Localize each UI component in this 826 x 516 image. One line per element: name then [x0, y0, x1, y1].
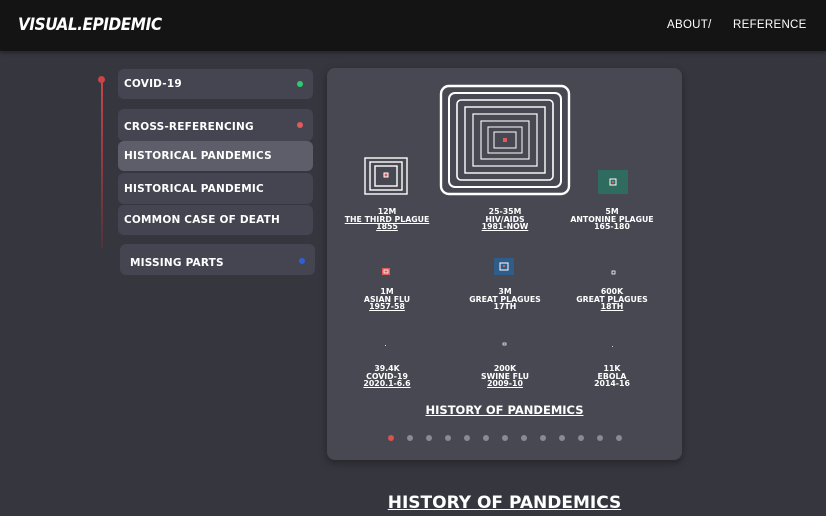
cell-ebola[interactable]: 11K EBOLA 2014-16 — [552, 365, 672, 388]
cell-years: 1981-NOW — [481, 222, 529, 231]
cell-third-plague[interactable]: 12M THE THIRD PLAGUE 1855 — [327, 208, 447, 231]
section-title: HISTORY OF PANDEMICS — [387, 493, 622, 513]
third-plague-square — [364, 157, 408, 195]
pagination-dot[interactable] — [521, 435, 527, 441]
cell-years: 2009-10 — [487, 379, 523, 388]
pagination-dot[interactable] — [597, 435, 603, 441]
sidebar-item-label: COMMON CASE OF DEATH — [124, 214, 281, 226]
hiv-aids-square — [439, 84, 571, 196]
cell-years: 1957-58 — [369, 302, 405, 311]
cell-great-plagues-18th[interactable]: 600K GREAT PLAGUES 18TH — [552, 288, 672, 311]
cell-years: 18TH — [600, 302, 624, 311]
cell-asian-flu[interactable]: 1M ASIAN FLU 1957-58 — [327, 288, 447, 311]
card-title[interactable]: HISTORY OF PANDEMICS — [327, 403, 682, 417]
nav-about-link[interactable]: ABOUT/ — [667, 19, 712, 31]
pagination-dot[interactable] — [578, 435, 584, 441]
nav-reference-link[interactable]: REFERENCE — [733, 19, 807, 31]
pagination-dot[interactable] — [616, 435, 622, 441]
status-dot — [299, 258, 305, 264]
cell-years: 17TH — [493, 302, 517, 311]
cell-years: 2014-16 — [594, 379, 630, 388]
pagination-dot[interactable] — [464, 435, 470, 441]
antonine-plague-square — [598, 170, 628, 194]
ebola-square — [612, 346, 613, 347]
pandemic-squares-graphic — [364, 84, 628, 347]
cell-antonine-plague[interactable]: 5M ANTONINE PLAGUE 165-180 — [552, 208, 672, 231]
great-plagues-17th-square — [494, 258, 514, 275]
cell-hiv-aids[interactable]: 25-35M HIV/AIDS 1981-NOW — [445, 208, 565, 231]
sidebar-item-label: HISTORICAL PANDEMIC — [124, 182, 264, 195]
cell-years: 2020.1-6.6 — [363, 379, 411, 388]
cell-swine-flu[interactable]: 200K SWINE FLU 2009-10 — [445, 365, 565, 388]
cell-years: 1855 — [376, 222, 398, 231]
pagination-dot[interactable] — [407, 435, 413, 441]
pagination-dot[interactable] — [445, 435, 451, 441]
pagination-dot[interactable] — [483, 435, 489, 441]
sidebar-item-cross-referencing[interactable]: CROSS-REFERENCING — [118, 109, 313, 141]
sidebar-item-historical-pandemics[interactable]: HISTORICAL PANDEMICS — [118, 141, 313, 171]
timeline-line — [101, 80, 103, 248]
sidebar-item-common-case-of-death[interactable]: COMMON CASE OF DEATH — [118, 205, 313, 235]
status-dot — [297, 122, 303, 128]
top-bar: VISUAL.EPIDEMIC ABOUT/ REFERENCE — [0, 0, 826, 51]
pandemics-card: 12M THE THIRD PLAGUE 1855 25-35M HIV/AID… — [327, 68, 682, 460]
sidebar-item-covid19[interactable]: COVID-19 — [118, 69, 313, 99]
timeline-marker — [98, 76, 105, 83]
pagination-dot[interactable] — [540, 435, 546, 441]
cell-covid19[interactable]: 39.4K COVID-19 2020.1-6.6 — [327, 365, 447, 388]
sidebar-item-label: CROSS-REFERENCING — [124, 121, 254, 133]
pagination-dot[interactable] — [502, 435, 508, 441]
logo[interactable]: VISUAL.EPIDEMIC — [18, 15, 162, 35]
sidebar-item-label: MISSING PARTS — [130, 256, 224, 269]
cell-years: 165-180 — [594, 222, 630, 231]
sidebar-item-label: COVID-19 — [124, 78, 182, 90]
swine-flu-square — [502, 342, 507, 346]
sidebar-item-label: HISTORICAL PANDEMICS — [124, 150, 272, 162]
pagination-dot[interactable] — [426, 435, 432, 441]
asian-flu-square — [382, 268, 390, 275]
covid19-square — [385, 345, 386, 346]
pagination-dot[interactable] — [388, 435, 394, 441]
great-plagues-18th-square — [611, 270, 616, 275]
sidebar-item-historical-pandemic[interactable]: HISTORICAL PANDEMIC — [118, 173, 313, 204]
pagination-dot[interactable] — [559, 435, 565, 441]
status-dot — [297, 81, 303, 87]
cell-great-plagues-17th[interactable]: 3M GREAT PLAGUES 17TH — [445, 288, 565, 311]
sidebar-item-missing-parts[interactable]: MISSING PARTS — [120, 244, 315, 275]
